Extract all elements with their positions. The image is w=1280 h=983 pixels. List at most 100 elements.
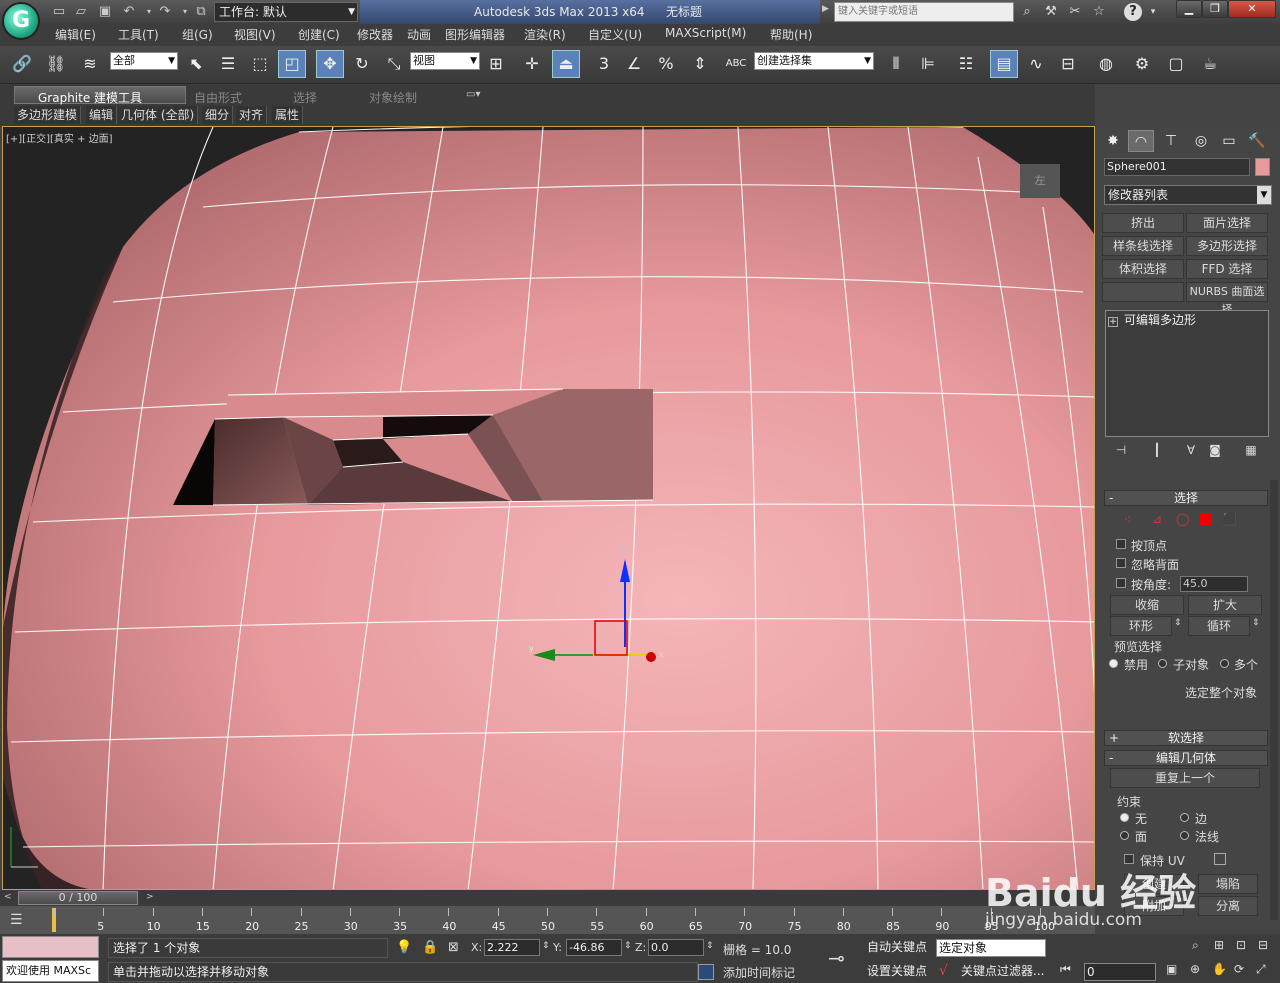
menu-group[interactable]: 组(G) [182, 26, 213, 43]
named-selection-dropdown[interactable]: 创建选择集 ▼ [754, 52, 874, 70]
vertex-subobject-icon[interactable]: ⁖ [1124, 513, 1131, 527]
preview-off-radio[interactable] [1109, 659, 1118, 668]
key-filters-button[interactable]: 关键点过滤器... [958, 962, 1047, 982]
poly-select-button[interactable]: 多边形选择 [1186, 236, 1268, 256]
empty-modifier-button[interactable] [1102, 282, 1184, 302]
time-tag-icon[interactable] [698, 964, 714, 980]
menu-help[interactable]: 帮助(H) [770, 26, 812, 43]
extrude-modifier-button[interactable]: 挤出 [1102, 213, 1184, 233]
render-setup-icon[interactable]: ⚙ [1128, 50, 1156, 78]
maximize-button[interactable]: ❐ [1202, 0, 1228, 18]
pan-view-icon[interactable]: ✋ [1212, 962, 1227, 976]
menu-animation[interactable]: 动画 [407, 26, 431, 43]
minimize-button[interactable]: ▁ [1176, 0, 1202, 18]
rendered-frame-icon[interactable]: ▢ [1162, 50, 1190, 78]
ribbon-tab-selection[interactable]: 选择 [293, 89, 317, 106]
x-coordinate-field[interactable]: 2.222 [484, 939, 540, 956]
menu-views[interactable]: 视图(V) [234, 26, 276, 43]
mirror-icon[interactable]: ⫴ [882, 50, 910, 78]
edit-geometry-rollout-header[interactable]: - 编辑几何体 [1104, 750, 1268, 766]
modify-tab-icon[interactable]: ◠ [1128, 130, 1154, 152]
ribbon-tab-object-paint[interactable]: 对象绘制 [369, 89, 417, 106]
command-panel-scrollbar[interactable] [1270, 480, 1278, 920]
grow-button[interactable]: 扩大 [1188, 595, 1262, 615]
angle-spinner[interactable]: 45.0 [1180, 576, 1248, 592]
zoom-all-icon[interactable]: ⊞ [1214, 938, 1224, 952]
help-dropdown-icon[interactable]: ▾ [1144, 3, 1162, 21]
graphite-toggle-icon[interactable]: ▤ [990, 50, 1018, 78]
reference-coord-dropdown[interactable]: 视图 ▼ [410, 52, 480, 70]
render-teapot-icon[interactable]: ☕ [1196, 50, 1224, 78]
configure-modifier-sets-icon[interactable]: ▦ [1240, 443, 1262, 461]
ribbon-sub-properties[interactable]: 属性 [272, 106, 304, 124]
selection-lock-icon[interactable]: 🔒 [422, 940, 438, 955]
communication-icon[interactable]: ✂ [1066, 3, 1084, 21]
add-time-tag-label[interactable]: 添加时间标记 [723, 964, 795, 981]
ffd-select-button[interactable]: FFD 选择 [1186, 259, 1268, 279]
menu-create[interactable]: 创建(C) [298, 26, 340, 43]
window-crossing-icon[interactable]: ◰ [278, 50, 306, 78]
edit-named-selection-icon[interactable]: ABC [722, 50, 750, 78]
select-scale-icon[interactable]: ⤡ [380, 50, 408, 78]
ignore-backfacing-checkbox[interactable] [1116, 558, 1126, 568]
open-file-icon[interactable]: ▱ [72, 3, 90, 21]
curve-editor-mini-icon[interactable]: ☰ [10, 912, 23, 928]
keyboard-shortcut-override-icon[interactable]: ⏏ [552, 50, 580, 78]
auto-key-button[interactable]: 自动关键点 [864, 938, 930, 958]
element-subobject-icon[interactable]: ⬛ [1222, 512, 1237, 526]
shrink-button[interactable]: 收缩 [1110, 595, 1184, 615]
volume-select-button[interactable]: 体积选择 [1102, 259, 1184, 279]
maxscript-listener-mini[interactable] [2, 936, 99, 958]
ribbon-tab-freeform[interactable]: 自由形式 [194, 89, 242, 106]
ribbon-sub-polygon-modeling[interactable]: 多边形建模 [14, 106, 82, 124]
expand-plus-icon[interactable]: + [1108, 317, 1118, 327]
preserve-uv-settings-icon[interactable] [1214, 853, 1226, 865]
zoom-extents-all-icon[interactable]: ⊡ [1236, 938, 1246, 952]
save-file-icon[interactable]: ▣ [96, 3, 114, 21]
spinner-snap-icon[interactable]: ⇕ [686, 50, 714, 78]
z-spinner-icon[interactable]: ⇕ [706, 941, 714, 951]
menu-customize[interactable]: 自定义(U) [588, 26, 642, 43]
rectangle-selection-icon[interactable]: ⬚ [246, 50, 274, 78]
ribbon-sub-edit[interactable]: 编辑 [86, 106, 118, 124]
pivot-center-icon[interactable]: ⊞ [482, 50, 510, 78]
nurbs-surface-select-button[interactable]: NURBS 曲面选择 [1186, 282, 1268, 316]
z-coordinate-field[interactable]: 0.0 [648, 939, 704, 956]
preview-multi-radio[interactable] [1220, 659, 1229, 668]
favorites-star-icon[interactable]: ☆ [1090, 3, 1108, 21]
patch-select-button[interactable]: 面片选择 [1186, 213, 1268, 233]
zoom-icon[interactable]: ⌕ [1192, 938, 1199, 953]
zoom-region-icon[interactable]: ⊟ [1258, 938, 1268, 952]
viewport-label[interactable]: [+][正交][真实 + 边面] [6, 130, 113, 145]
select-whole-object-label[interactable]: 选定整个对象 [1185, 684, 1257, 701]
time-slider-track[interactable] [0, 890, 1095, 906]
motion-tab-icon[interactable]: ◎ [1188, 130, 1214, 152]
ribbon-options-icon[interactable]: ▭▾ [466, 89, 480, 100]
select-object-icon[interactable]: ⬉ [182, 50, 210, 78]
show-end-result-icon[interactable]: ┃ [1146, 443, 1168, 461]
viewport-orthographic[interactable]: z x y [2, 126, 1095, 890]
repeat-last-button[interactable]: 重复上一个 [1110, 768, 1260, 788]
maximize-viewport-icon[interactable]: ⤢ [1256, 962, 1266, 977]
border-subobject-icon[interactable]: ◯ [1176, 512, 1189, 526]
absolute-mode-icon[interactable]: ⊠ [448, 940, 459, 955]
menu-edit[interactable]: 编辑(E) [55, 26, 96, 43]
stack-item-editable-poly[interactable]: + 可编辑多边形 [1108, 312, 1266, 328]
bind-spacewarp-icon[interactable]: ≋ [76, 50, 104, 78]
workspace-dropdown[interactable]: 工作台: 默认 ▼ [214, 2, 358, 22]
create-tab-icon[interactable]: ✸ [1100, 130, 1126, 152]
unlink-icon[interactable]: ⛓ [42, 50, 70, 78]
time-next-icon[interactable]: > [146, 892, 154, 902]
new-file-icon[interactable]: ▭ [50, 3, 68, 21]
set-key-button[interactable]: 设置关键点 [864, 962, 930, 982]
remove-modifier-icon[interactable]: ◙ [1204, 443, 1226, 461]
spline-select-button[interactable]: 样条线选择 [1102, 236, 1184, 256]
time-slider-thumb[interactable]: 0 / 100 [18, 891, 138, 905]
zoom-extents-icon[interactable]: ⊕ [1190, 962, 1200, 976]
subscription-icon[interactable]: ⚒ [1042, 3, 1060, 21]
by-angle-checkbox[interactable] [1116, 578, 1126, 588]
percent-snap-icon[interactable]: % [652, 50, 680, 78]
x-spinner-icon[interactable]: ⇕ [542, 941, 550, 951]
select-by-name-icon[interactable]: ☰ [214, 50, 242, 78]
menu-graph-editors[interactable]: 图形编辑器 [445, 26, 505, 43]
